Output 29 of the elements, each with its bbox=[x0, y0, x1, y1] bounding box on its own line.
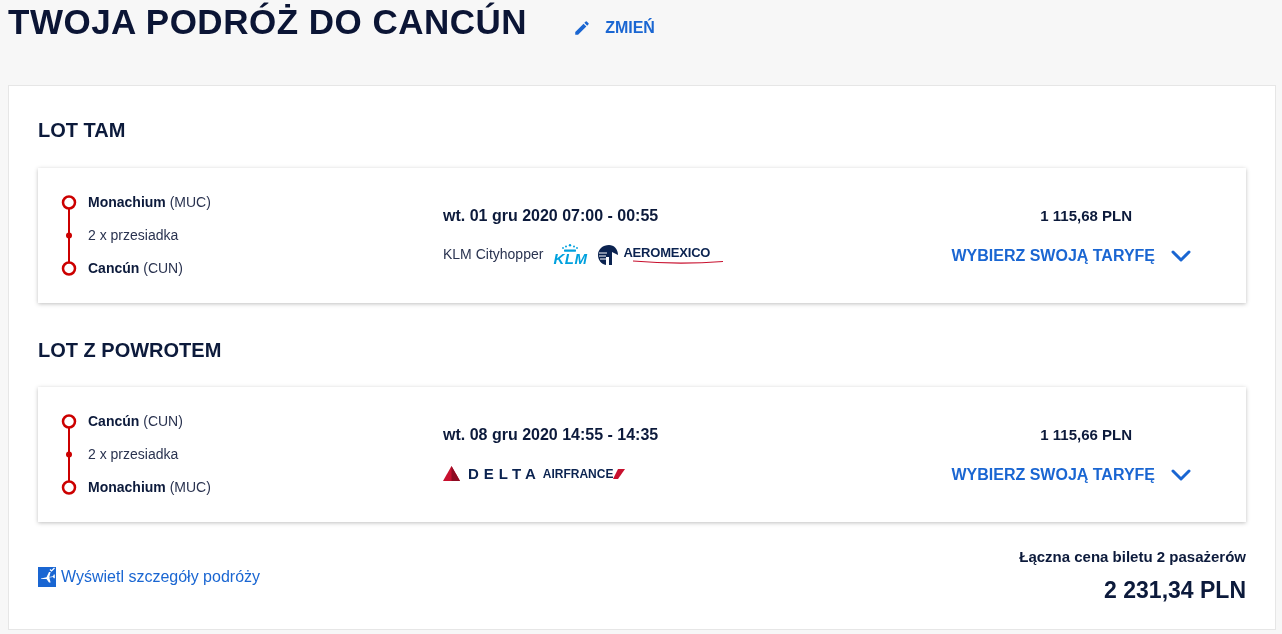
pencil-icon bbox=[573, 19, 592, 37]
airline-logo-text: DELTA bbox=[468, 465, 541, 482]
choose-fare-button[interactable]: WYBIERZ SWOJĄ TARYFĘ bbox=[951, 464, 1191, 485]
edit-link[interactable]: ZMIEŃ bbox=[573, 18, 655, 38]
airline-logo-text: AEROMEXICO bbox=[623, 245, 712, 260]
airline-logo-text: KLM bbox=[553, 251, 588, 266]
plane-icon bbox=[38, 567, 56, 587]
stopover-label: 2 x przesiadka bbox=[88, 226, 179, 245]
airport-label: Cancún (CUN) bbox=[88, 259, 183, 278]
stopover-label: 2 x przesiadka bbox=[88, 445, 179, 464]
section-heading: LOT Z POWROTEM bbox=[38, 338, 223, 362]
flight-price: 1 115,66 PLN bbox=[1040, 424, 1133, 445]
flight-price: 1 115,68 PLN bbox=[1040, 205, 1133, 226]
flight-date-time: wt. 01 gru 2020 07:00 - 00:55 bbox=[443, 205, 660, 226]
total-price-label: Łączna cena biletu 2 pasażerów bbox=[1019, 548, 1246, 566]
airport-label: Monachium (MUC) bbox=[88, 478, 211, 497]
airport-label: Cancún (CUN) bbox=[88, 412, 183, 431]
triangle-icon bbox=[443, 466, 460, 481]
section-heading: LOT TAM bbox=[38, 118, 127, 142]
choose-fare-button[interactable]: WYBIERZ SWOJĄ TARYFĘ bbox=[951, 245, 1191, 266]
airline-logo-text: AIRFRANCE bbox=[542, 466, 614, 481]
flight-date-time: wt. 08 gru 2020 14:55 - 14:35 bbox=[443, 424, 660, 445]
crown-icon bbox=[561, 243, 580, 252]
total-price: 2 231,34 PLN bbox=[1104, 576, 1246, 604]
airline-name: KLM Cityhopper bbox=[443, 245, 544, 264]
airport-label: Monachium (MUC) bbox=[88, 193, 211, 212]
trip-details-link[interactable]: Wyświetl szczegóły podróży bbox=[38, 565, 261, 589]
slash-icon bbox=[613, 468, 626, 479]
page-title: TWOJA PODRÓŻ DO CANCÚN bbox=[8, 1, 528, 43]
